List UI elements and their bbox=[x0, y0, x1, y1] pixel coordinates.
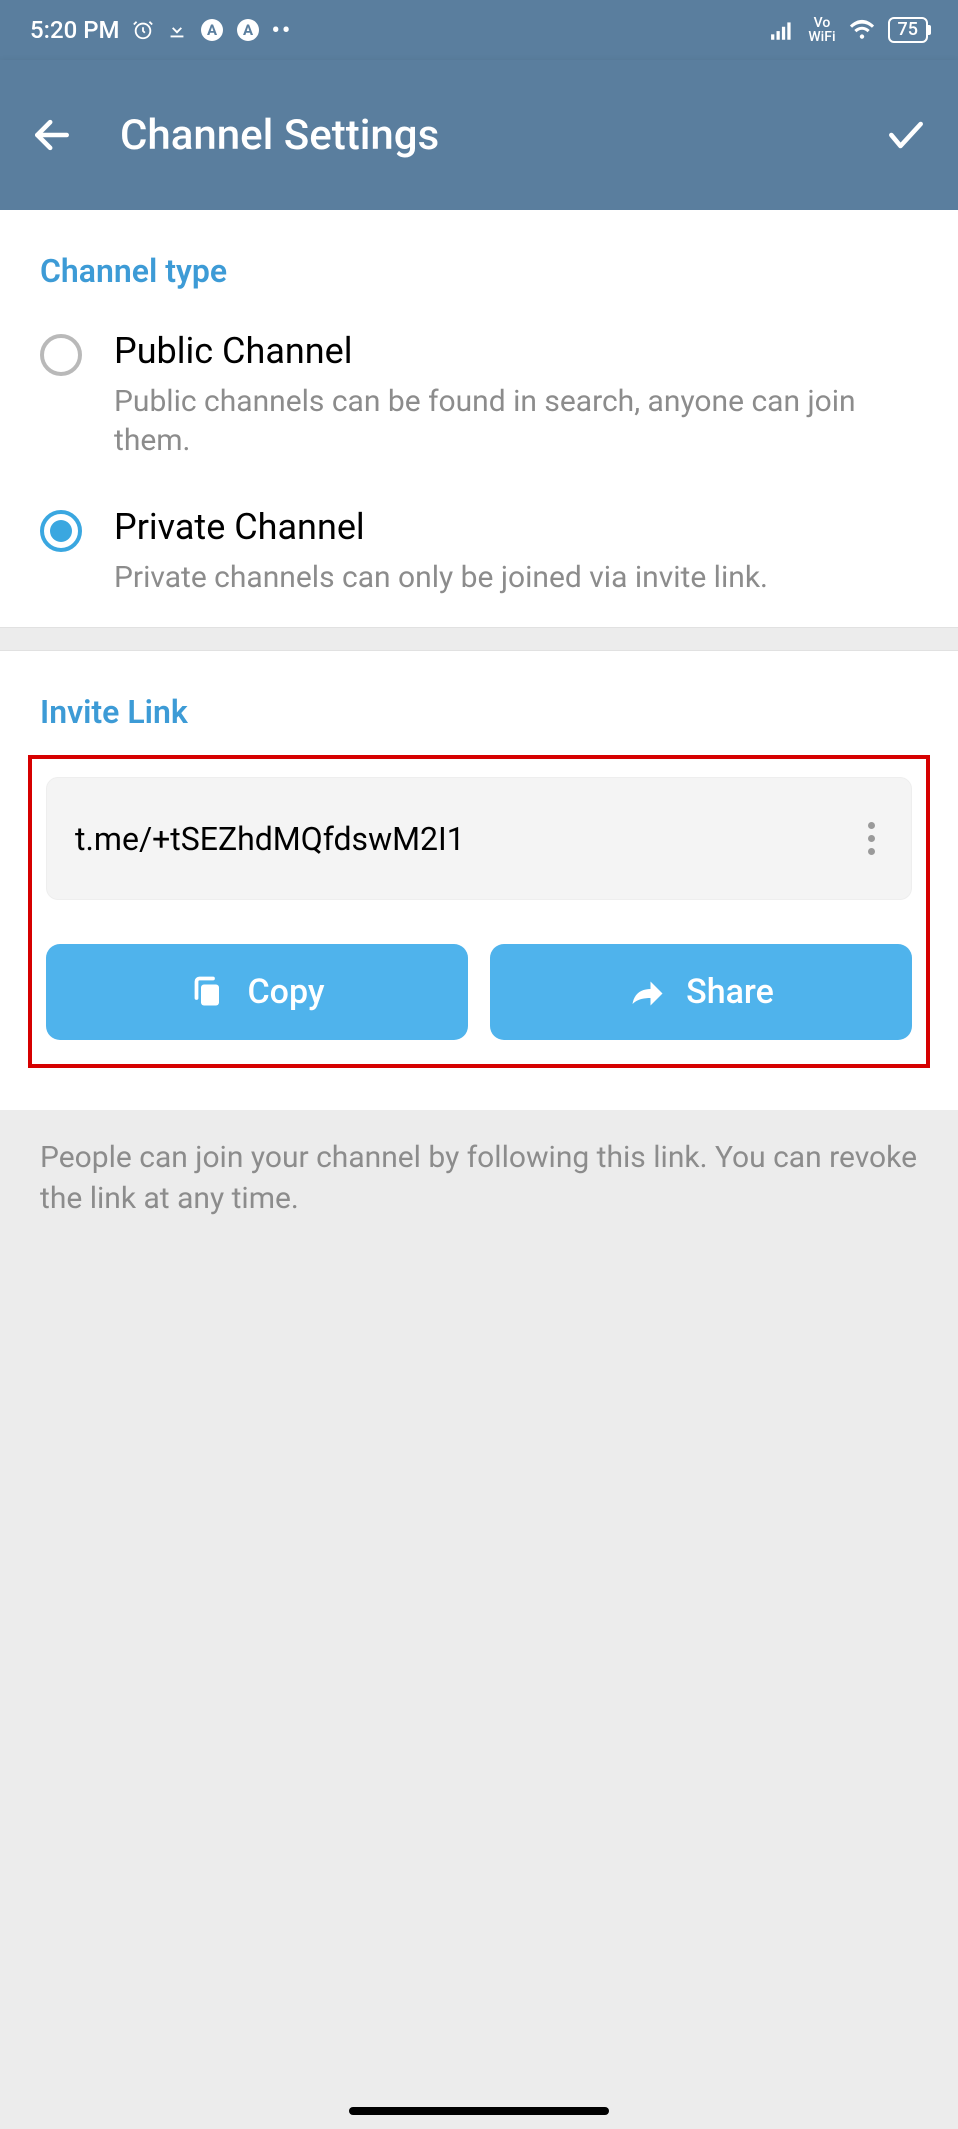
share-button[interactable]: Share bbox=[490, 944, 912, 1040]
invite-link-section: Invite Link t.me/+tSEZhdMQfdswM2I1 Copy … bbox=[0, 651, 958, 1110]
app-icon-b: A bbox=[236, 18, 260, 42]
radio-private-channel[interactable]: Private Channel Private channels can onl… bbox=[0, 490, 958, 627]
battery-indicator: 75 bbox=[888, 17, 928, 43]
radio-unchecked-icon bbox=[40, 334, 82, 376]
status-bar: 5:20 PM A A •• Vo WiFi 75 bbox=[0, 0, 958, 60]
alarm-icon bbox=[132, 19, 154, 41]
svg-text:A: A bbox=[242, 21, 253, 39]
download-icon bbox=[166, 19, 188, 41]
status-more-icon: •• bbox=[272, 16, 293, 44]
arrow-left-icon bbox=[30, 113, 74, 157]
vo-wifi-label: Vo WiFi bbox=[808, 16, 835, 44]
button-row: Copy Share bbox=[46, 944, 912, 1040]
check-icon bbox=[884, 113, 928, 157]
back-button[interactable] bbox=[30, 113, 90, 157]
channel-type-section: Channel type Public Channel Public chann… bbox=[0, 210, 958, 627]
status-left: 5:20 PM A A •• bbox=[30, 16, 292, 44]
copy-button[interactable]: Copy bbox=[46, 944, 468, 1040]
battery-level: 75 bbox=[898, 19, 918, 40]
radio-public-channel[interactable]: Public Channel Public channels can be fo… bbox=[0, 314, 958, 490]
copy-label: Copy bbox=[247, 972, 324, 1012]
share-icon bbox=[628, 974, 664, 1010]
footer-text: People can join your channel by followin… bbox=[0, 1110, 958, 1259]
content: Channel type Public Channel Public chann… bbox=[0, 210, 958, 2129]
app-bar: Channel Settings bbox=[0, 60, 958, 210]
radio-checked-icon bbox=[40, 510, 82, 552]
confirm-button[interactable] bbox=[868, 113, 928, 157]
vo-line2: WiFi bbox=[808, 30, 835, 44]
radio-private-desc: Private channels can only be joined via … bbox=[114, 558, 768, 597]
radio-public-title: Public Channel bbox=[114, 330, 918, 372]
app-icon-a: A bbox=[200, 18, 224, 42]
svg-text:A: A bbox=[206, 21, 217, 39]
navigation-handle[interactable] bbox=[349, 2107, 609, 2115]
invite-link-text: t.me/+tSEZhdMQfdswM2I1 bbox=[75, 820, 465, 858]
channel-type-header: Channel type bbox=[0, 210, 958, 314]
copy-icon bbox=[189, 974, 225, 1010]
section-divider bbox=[0, 627, 958, 651]
status-time: 5:20 PM bbox=[30, 16, 120, 44]
signal-icon bbox=[770, 19, 796, 41]
radio-text: Private Channel Private channels can onl… bbox=[114, 506, 768, 597]
invite-link-header: Invite Link bbox=[0, 651, 958, 755]
page-title: Channel Settings bbox=[90, 111, 868, 160]
invite-link-box[interactable]: t.me/+tSEZhdMQfdswM2I1 bbox=[46, 777, 912, 900]
more-options-button[interactable] bbox=[860, 814, 883, 863]
status-right: Vo WiFi 75 bbox=[770, 16, 928, 44]
radio-private-title: Private Channel bbox=[114, 506, 768, 548]
wifi-icon bbox=[848, 19, 876, 41]
radio-text: Public Channel Public channels can be fo… bbox=[114, 330, 918, 460]
vo-line1: Vo bbox=[808, 16, 835, 30]
share-label: Share bbox=[686, 972, 774, 1012]
radio-public-desc: Public channels can be found in search, … bbox=[114, 382, 918, 460]
annotation-highlight: t.me/+tSEZhdMQfdswM2I1 Copy Share bbox=[28, 755, 930, 1068]
